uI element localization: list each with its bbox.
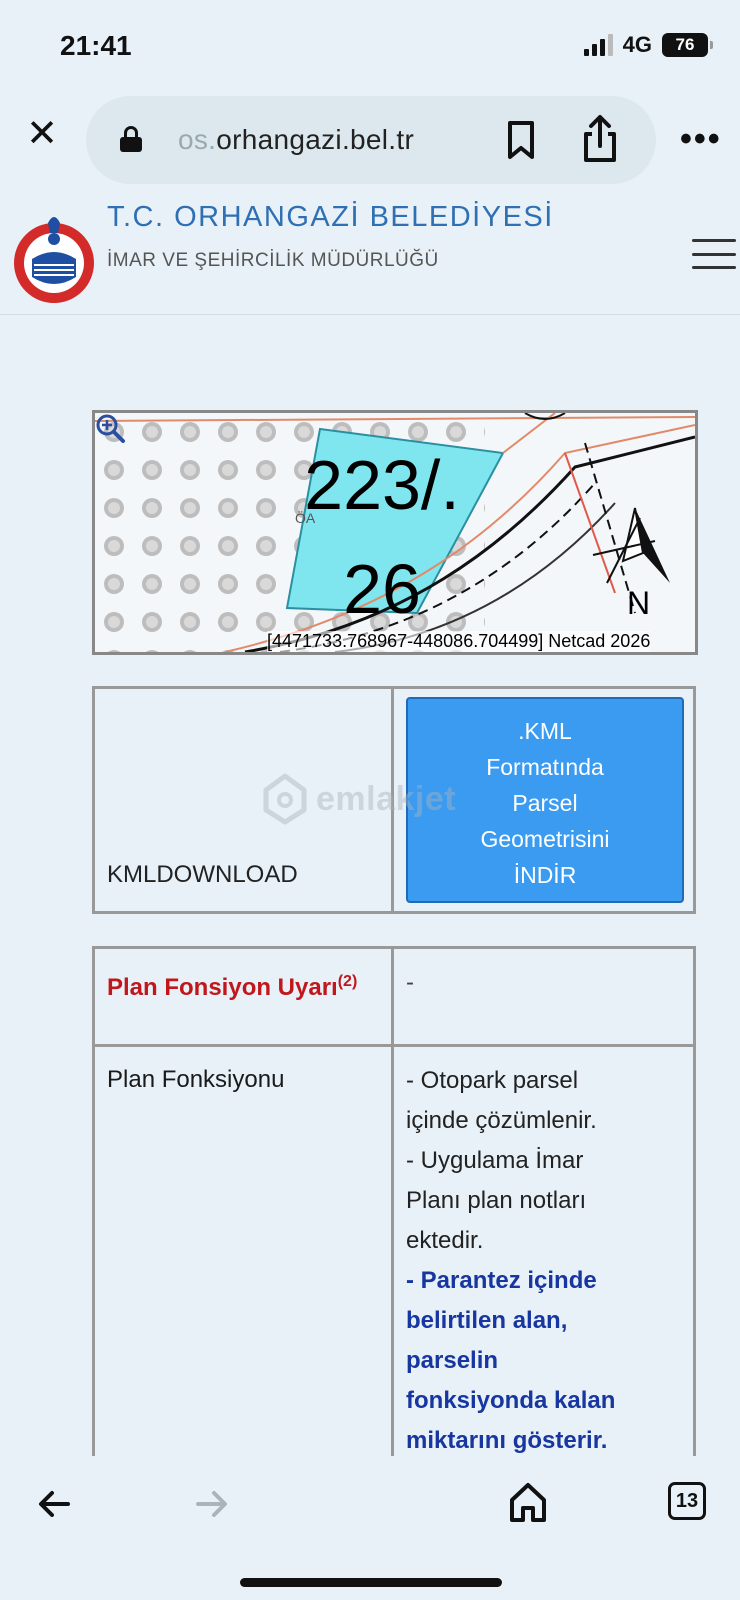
tabs-count-button[interactable]: 13 — [668, 1482, 706, 1520]
browser-bottom-bar: 13 — [0, 1456, 740, 1600]
kml-button-line: İNDİR — [513, 862, 577, 888]
url-text[interactable]: os.orhangazi.bel.tr — [178, 124, 414, 156]
share-icon[interactable] — [580, 114, 620, 164]
site-title[interactable]: T.C. ORHANGAZİ BELEDİYESİ — [107, 201, 554, 234]
forward-arrow-icon[interactable] — [194, 1486, 230, 1522]
battery-level: 76 — [675, 35, 695, 54]
plan-function-label: Plan Fonksiyonu — [107, 1066, 285, 1093]
warning-label-cell: Plan Fonsiyon Uyarı(2) — [95, 949, 394, 1044]
table-row: Plan Fonsiyon Uyarı(2) - — [95, 949, 693, 1047]
table-row: Plan Fonksiyonu - Otopark parsel içinde … — [95, 1047, 693, 1456]
home-icon[interactable] — [508, 1480, 548, 1524]
zoom-in-icon[interactable] — [95, 413, 125, 443]
municipality-logo[interactable] — [10, 209, 98, 305]
plan-warning-footnote[interactable]: (2) — [338, 973, 358, 990]
close-icon[interactable]: ✕ — [22, 114, 62, 154]
url-domain: orhangazi.bel.tr — [216, 124, 415, 155]
menu-icon[interactable] — [692, 239, 736, 269]
battery-icon: 76 — [662, 33, 713, 57]
watermark: emlakjet — [262, 772, 456, 826]
lock-icon — [120, 126, 142, 152]
north-label: N — [627, 585, 651, 621]
function-label-cell: Plan Fonksiyonu — [95, 1047, 394, 1456]
signal-icon — [583, 34, 613, 56]
plan-note-line: ektedir. — [406, 1227, 484, 1254]
site-header: T.C. ORHANGAZİ BELEDİYESİ İMAR VE ŞEHİRC… — [0, 195, 740, 315]
plan-note-line: içinde çözümlenir. — [406, 1107, 597, 1134]
plan-note-bold-line: - Parantez içinde — [406, 1267, 597, 1294]
watermark-text: emlakjet — [316, 779, 457, 818]
plan-warning-value: - — [406, 969, 414, 996]
kml-label: KMLDOWNLOAD — [107, 861, 298, 888]
plan-note-line: - Uygulama İmar — [406, 1147, 584, 1174]
plan-note-line: - Otopark parsel — [406, 1067, 579, 1094]
back-arrow-icon[interactable] — [36, 1486, 72, 1522]
url-faded: os. — [178, 124, 217, 155]
network-type: 4G — [622, 32, 652, 57]
plan-note-bold-line: fonksiyonda kalan — [406, 1387, 616, 1414]
status-indicators: 4G 76 — [583, 32, 713, 58]
plan-note-line: Planı plan notları — [406, 1187, 587, 1214]
more-options-icon[interactable]: ••• — [680, 120, 722, 159]
home-indicator[interactable] — [240, 1578, 502, 1587]
status-bar: 21:41 4G 76 — [0, 0, 740, 90]
function-value-cell: - Otopark parsel içinde çözümlenir. - Uy… — [394, 1047, 693, 1456]
bookmark-icon[interactable] — [504, 120, 538, 160]
plan-warning-label: Plan Fonsiyon Uyarı — [107, 974, 338, 1001]
parcel-number-line2: 26 — [343, 550, 421, 628]
status-time: 21:41 — [60, 30, 132, 61]
kml-button-line: .KML — [518, 718, 572, 744]
map-coordinates: [4471733.768967-448086.704499] Netcad 20… — [267, 631, 651, 652]
site-subtitle: İMAR VE ŞEHİRCİLİK MÜDÜRLÜĞÜ — [107, 250, 439, 271]
parcel-number-line1: 223/. — [304, 446, 460, 524]
warning-value-cell: - — [394, 949, 693, 1044]
plan-note-bold-line: miktarını gösterir. — [406, 1427, 608, 1454]
plan-note-bold-line: parselin — [406, 1347, 499, 1374]
plan-info-table: Plan Fonsiyon Uyarı(2) - Plan Fonksiyonu… — [92, 946, 696, 1456]
plan-note-bold-line: belirtilen alan, — [406, 1307, 568, 1334]
browser-toolbar: ✕ os.orhangazi.bel.tr ••• — [0, 92, 740, 192]
parcel-number: 223/. 26 — [277, 433, 487, 641]
parcel-map[interactable]: ÖA 223/. 26 N [4471733.768967-448086.704… — [92, 410, 698, 655]
address-bar[interactable]: os.orhangazi.bel.tr — [86, 96, 656, 184]
kml-button-line: Geometrisini — [480, 826, 610, 852]
watermark-house-icon — [263, 773, 307, 825]
